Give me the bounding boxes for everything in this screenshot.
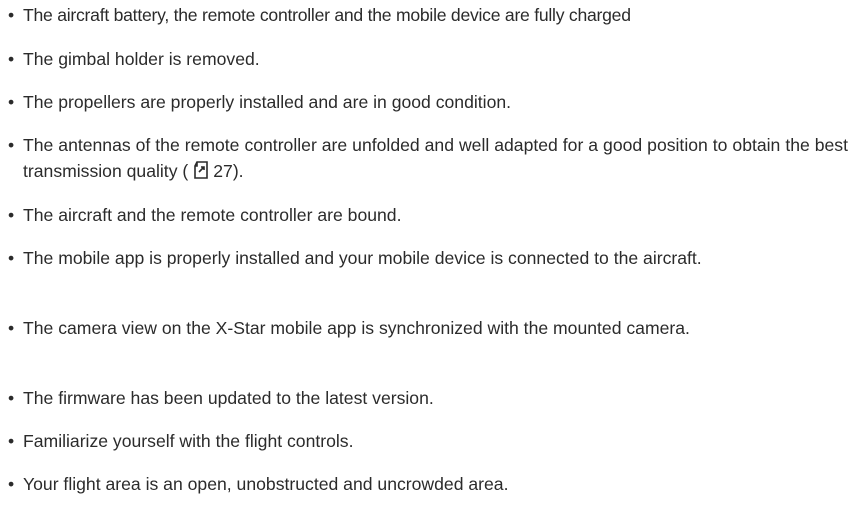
bullet: • bbox=[8, 5, 15, 25]
checklist-item-text: The firmware has been updated to the lat… bbox=[23, 388, 434, 408]
checklist-item-text: The propellers are properly installed an… bbox=[23, 92, 512, 112]
bullet: • bbox=[8, 248, 15, 268]
checklist-item: • The propellers are properly installed … bbox=[8, 89, 848, 115]
checklist-item: • The camera view on the X-Star mobile a… bbox=[8, 315, 848, 341]
checklist-item-text: The aircraft battery, the remote control… bbox=[23, 5, 631, 25]
checklist-item-text: The aircraft and the remote controller a… bbox=[23, 205, 402, 225]
checklist-item: • The aircraft battery, the remote contr… bbox=[8, 2, 848, 28]
checklist-item-text: The mobile app is properly installed and… bbox=[23, 248, 702, 268]
checklist-item-text: Familiarize yourself with the flight con… bbox=[23, 431, 354, 451]
antenna-item-text: The antennas of the remote controller ar… bbox=[23, 135, 848, 181]
bullet: • bbox=[8, 431, 15, 451]
checklist-item: • The aircraft and the remote controller… bbox=[8, 202, 848, 228]
checklist-item: • The mobile app is properly installed a… bbox=[8, 245, 848, 271]
checklist-item: • The antennas of the remote controller … bbox=[8, 132, 848, 187]
bullet: • bbox=[8, 135, 15, 155]
checklist-item-text: Your flight area is an open, unobstructe… bbox=[23, 474, 509, 494]
checklist-item: • The firmware has been updated to the l… bbox=[8, 385, 848, 411]
bullet: • bbox=[8, 318, 15, 338]
bullet: • bbox=[8, 388, 15, 408]
checklist-item: • Familiarize yourself with the flight c… bbox=[8, 428, 848, 454]
checklist-item-text: The camera view on the X-Star mobile app… bbox=[23, 318, 690, 338]
reference-page-number: 27). bbox=[213, 161, 244, 181]
checklist-item-text: The antennas of the remote controller ar… bbox=[23, 132, 848, 187]
checklist-item: • Your flight area is an open, unobstruc… bbox=[8, 471, 848, 497]
bullet: • bbox=[8, 205, 15, 225]
checklist-item-text: The gimbal holder is removed. bbox=[23, 49, 260, 69]
bullet: • bbox=[8, 474, 15, 494]
bullet: • bbox=[8, 49, 15, 69]
checklist-item: • The gimbal holder is removed. bbox=[8, 46, 848, 72]
page-reference-icon bbox=[191, 160, 211, 187]
bullet: • bbox=[8, 92, 15, 112]
